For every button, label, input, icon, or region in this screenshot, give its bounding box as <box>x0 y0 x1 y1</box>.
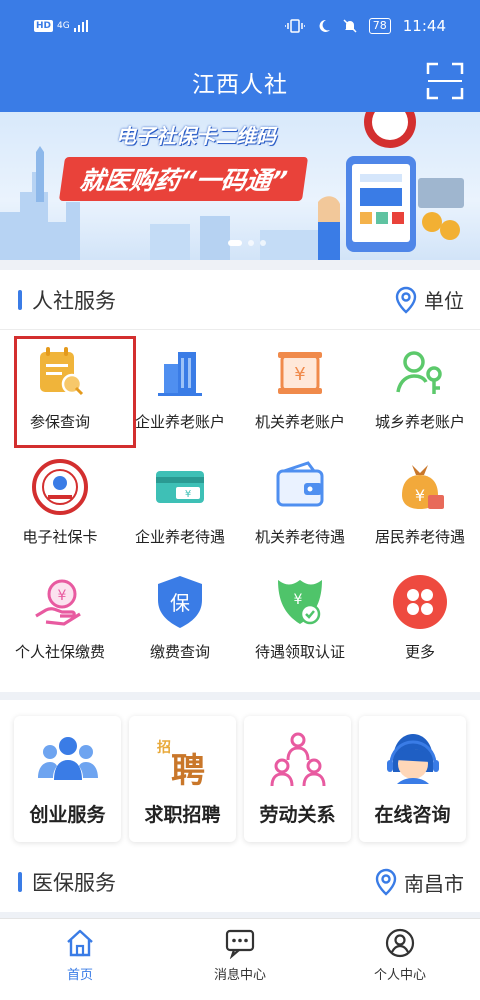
insurance-query-icon <box>40 347 84 396</box>
mute-icon <box>343 19 357 33</box>
carousel-indicator <box>228 240 266 246</box>
location-pin-icon <box>395 286 417 314</box>
social-security-card-icon <box>32 459 88 515</box>
service-government-pension-account[interactable]: ¥ 机关养老账户 <box>240 330 360 445</box>
quick-link-label: 创业服务 <box>29 804 106 826</box>
moon-icon <box>319 19 330 32</box>
network-type: 4G <box>57 20 70 31</box>
service-label: 参保查询 <box>29 413 90 431</box>
service-label: 企业养老待遇 <box>134 528 225 546</box>
tab-home[interactable]: 首页 <box>0 919 160 1000</box>
service-urban-rural-pension-account[interactable]: 城乡养老账户 <box>360 330 480 445</box>
benefit-authentication-icon: ¥ <box>278 580 322 625</box>
service-more[interactable]: 更多 <box>360 560 480 675</box>
section-header: 人社服务 单位 <box>0 270 480 330</box>
service-enterprise-pension-account[interactable]: 企业养老账户 <box>120 330 240 445</box>
enterprise-pension-benefit-icon: ¥ <box>156 471 204 503</box>
service-label: 机关养老待遇 <box>254 528 345 546</box>
service-label: 机关养老账户 <box>254 413 345 431</box>
service-payment-query[interactable]: 保 缴费查询 <box>120 560 240 675</box>
svg-text:¥: ¥ <box>415 486 425 505</box>
service-label: 待遇领取认证 <box>254 643 345 661</box>
section-title: 医保服务 <box>32 871 116 895</box>
more-icon <box>393 575 447 629</box>
quick-link-label: 求职招聘 <box>144 804 221 826</box>
hd-icon: HD <box>34 20 54 32</box>
resident-pension-benefit-icon: ¥ <box>402 465 444 509</box>
service-electronic-social-security-card[interactable]: 电子社保卡 <box>0 445 120 560</box>
location-label: 单位 <box>424 289 464 313</box>
service-personal-payment[interactable]: ¥ 个人社保缴费 <box>0 560 120 675</box>
quick-online-consultation[interactable]: 在线咨询 <box>359 716 466 842</box>
personal-payment-icon: ¥ <box>35 579 81 626</box>
service-insurance-query[interactable]: 参保查询 <box>0 330 136 448</box>
status-bar: HD 4G 78 11:44 <box>0 0 480 52</box>
tab-message-center[interactable]: 消息中心 <box>160 919 320 1000</box>
government-pension-account-icon: ¥ <box>278 352 322 394</box>
service-government-pension-benefit[interactable]: 机关养老待遇 <box>240 445 360 560</box>
quick-links: 创业服务 招聘 求职招聘 劳动关系 在线咨询 <box>0 700 480 852</box>
top-bar: HD 4G 78 11:44 江西人社 <box>0 0 480 112</box>
location-selector[interactable]: 单位 <box>394 285 464 314</box>
online-consultation-icon <box>386 734 439 784</box>
section-header: 医保服务 南昌市 <box>0 852 480 912</box>
payment-query-icon: 保 <box>158 576 202 628</box>
section-accent-bar <box>18 872 22 892</box>
quick-link-label: 劳动关系 <box>259 804 336 826</box>
job-recruitment-icon: 招聘 <box>157 739 205 790</box>
banner-headline: 就医购药“一码通” <box>58 157 309 201</box>
nav-bar: 江西人社 <box>0 52 480 112</box>
app-title: 江西人社 <box>192 72 288 98</box>
service-label: 城乡养老账户 <box>374 413 465 431</box>
quick-job-recruitment[interactable]: 招聘 求职招聘 <box>129 716 236 842</box>
tab-label: 首页 <box>66 968 93 983</box>
urban-rural-pension-account-icon <box>396 351 442 394</box>
svg-text:保: 保 <box>170 591 190 615</box>
svg-text:聘: 聘 <box>171 751 205 790</box>
service-label: 居民养老待遇 <box>374 528 465 546</box>
svg-text:¥: ¥ <box>294 364 305 385</box>
government-pension-benefit-icon <box>276 461 324 507</box>
message-icon <box>225 929 255 959</box>
banner-subtitle: 电子社保卡二维码 <box>116 124 276 148</box>
section-accent-bar <box>18 289 22 310</box>
service-label: 电子社保卡 <box>22 528 98 546</box>
quick-link-label: 在线咨询 <box>374 804 451 826</box>
profile-icon <box>385 928 415 958</box>
service-label: 更多 <box>404 643 435 661</box>
service-grid: 参保查询 企业养老账户 ¥ 机关养老账户 城乡养老账户 电子社保卡 ¥ 企业养老… <box>0 330 480 675</box>
service-label: 个人社保缴费 <box>14 643 105 661</box>
tab-label: 个人中心 <box>373 968 426 983</box>
signal-icon <box>73 20 88 32</box>
service-enterprise-pension-benefit[interactable]: ¥ 企业养老待遇 <box>120 445 240 560</box>
bottom-tab-bar: 首页 消息中心 个人中心 <box>0 918 480 1000</box>
svg-text:¥: ¥ <box>185 489 191 500</box>
enterprise-pension-account-icon <box>158 352 202 396</box>
service-label: 缴费查询 <box>149 643 210 661</box>
location-label: 南昌市 <box>404 871 464 896</box>
svg-text:¥: ¥ <box>58 588 67 604</box>
tab-personal-center[interactable]: 个人中心 <box>320 919 480 1000</box>
quick-labor-relations[interactable]: 劳动关系 <box>244 716 351 842</box>
location-pin-icon <box>375 868 397 896</box>
promo-banner[interactable]: 电子社保卡二维码 就医购药“一码通” <box>0 112 480 260</box>
tab-label: 消息中心 <box>213 968 266 983</box>
svg-text:¥: ¥ <box>294 592 303 608</box>
location-selector[interactable]: 南昌市 <box>374 868 464 897</box>
svg-text:招: 招 <box>157 739 171 756</box>
labor-relations-icon <box>270 732 325 787</box>
hr-services-section: 人社服务 单位 参保查询 企业养老账户 ¥ 机关养老账户 城乡养老账户 电子社保… <box>0 270 480 692</box>
battery-level: 78 <box>368 18 391 34</box>
home-icon <box>67 929 93 957</box>
clock: 11:44 <box>402 17 446 35</box>
entrepreneurship-icon <box>37 737 98 780</box>
vibrate-icon <box>284 19 305 33</box>
service-label: 企业养老账户 <box>134 413 225 431</box>
service-resident-pension-benefit[interactable]: ¥ 居民养老待遇 <box>360 445 480 560</box>
quick-entrepreneurship-service[interactable]: 创业服务 <box>14 716 121 842</box>
service-benefit-authentication[interactable]: ¥ 待遇领取认证 <box>240 560 360 675</box>
medical-services-section: 医保服务 南昌市 <box>0 852 480 912</box>
section-title: 人社服务 <box>32 288 116 313</box>
scan-icon[interactable] <box>426 62 464 100</box>
